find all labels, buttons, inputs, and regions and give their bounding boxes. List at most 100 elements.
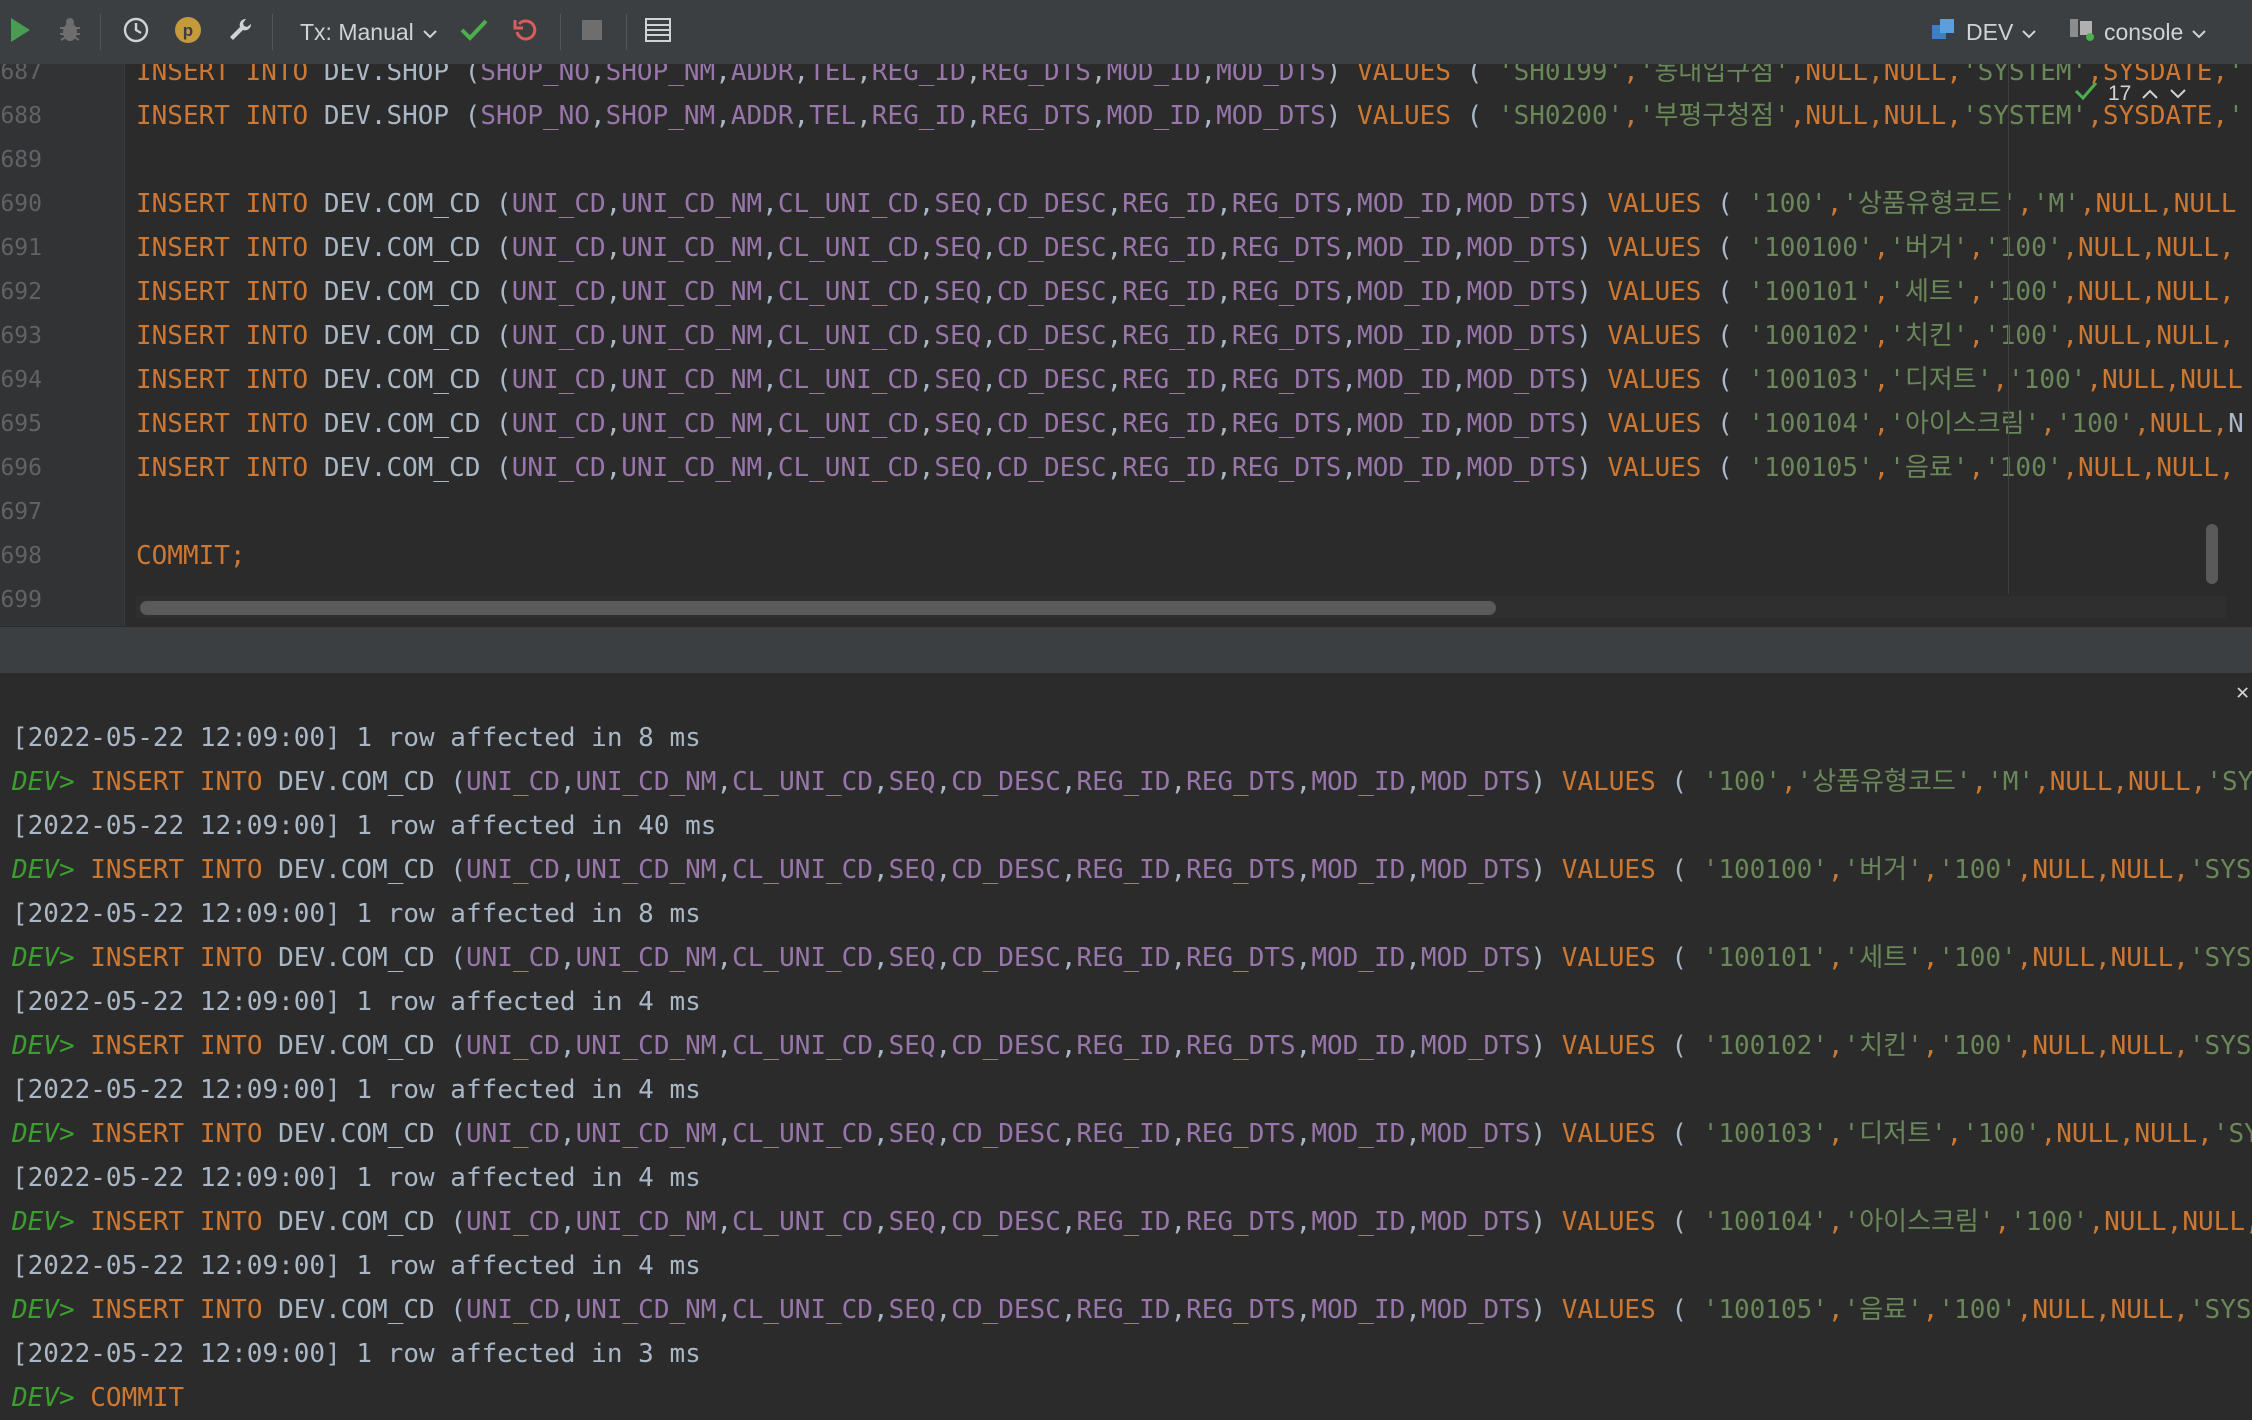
sql-editor[interactable]: 687 INSERT INTO DEV.SHOP (SHOP_NO,SHOP_NM… (0, 64, 2252, 626)
code-text[interactable]: INSERT INTO DEV.SHOP (SHOP_NO,SHOP_NM,AD… (136, 94, 2244, 138)
table-name: DEV.COM_CD (278, 1031, 435, 1061)
comma: , (1922, 1031, 1939, 1061)
datasource-dropdown[interactable]: DEV (1930, 14, 2037, 50)
commit-button[interactable] (454, 12, 494, 52)
vertical-scrollbar-thumb[interactable] (2206, 524, 2218, 584)
column-name: CL_UNI_CD (732, 943, 873, 973)
column-list: UNI_CD,UNI_CD_NM,CL_UNI_CD,SEQ,CD_DESC,R… (466, 943, 1531, 973)
comma: , (1341, 453, 1358, 483)
paren-open: ( (480, 277, 512, 307)
comma: , (1450, 409, 1467, 439)
code-text[interactable]: INSERT INTO DEV.COM_CD (UNI_CD,UNI_CD_NM… (136, 182, 2236, 226)
comma: , (918, 321, 935, 351)
tx-mode-dropdown[interactable]: Tx: Manual (300, 14, 438, 50)
chevron-down-icon[interactable] (2169, 82, 2187, 106)
console-prompt: DEV> (12, 1383, 75, 1413)
code-text[interactable]: INSERT INTO DEV.COM_CD (UNI_CD,UNI_CD_NM… (136, 270, 2235, 314)
values-list: ( '100102','치킨','100',NULL,NULL, (1717, 321, 2235, 351)
punct: ( (1671, 1031, 1703, 1061)
paren-close: ) (1530, 1119, 1562, 1149)
stop-button[interactable] (572, 12, 612, 52)
rollback-button[interactable] (506, 12, 546, 52)
debug-button[interactable] (50, 12, 90, 52)
comma: , (1873, 409, 1890, 439)
punct: N (2228, 409, 2244, 439)
values-list: ( '100100','버거','100',NULL,NULL, (1717, 233, 2235, 263)
table-name: DEV.COM_CD (323, 233, 481, 263)
code-text[interactable]: COMMIT; (136, 534, 246, 578)
comma: , (2016, 1031, 2033, 1061)
chevron-up-icon[interactable] (2141, 82, 2159, 106)
column-name: CL_UNI_CD (777, 365, 919, 395)
code-text[interactable]: INSERT INTO DEV.COM_CD (UNI_CD,UNI_CD_NM… (136, 314, 2235, 358)
column-name: REG_ID (1076, 943, 1171, 973)
column-name: CD_DESC (997, 189, 1107, 219)
column-name: ADDR (730, 101, 794, 131)
comma: , (1060, 767, 1077, 797)
comma: , (2166, 1207, 2183, 1237)
comma: , (559, 855, 576, 885)
log-line: [2022-05-22 12:09:00] 1 row affected in … (12, 1251, 701, 1281)
command-line: DEV> INSERT INTO DEV.COM_CD (UNI_CD,UNI_… (12, 1024, 2252, 1068)
comma: , (918, 453, 935, 483)
column-name: REG_ID (1076, 767, 1171, 797)
comma: , (873, 855, 889, 885)
console-prompt: DEV> (12, 1119, 75, 1149)
column-name: CL_UNI_CD (777, 189, 919, 219)
comma: , (1216, 453, 1232, 483)
code-text[interactable]: INSERT INTO DEV.COM_CD (UNI_CD,UNI_CD_NM… (136, 226, 2235, 270)
code-text[interactable]: INSERT INTO DEV.COM_CD (UNI_CD,UNI_CD_NM… (136, 358, 2243, 402)
column-name: REG_DTS (1186, 1031, 1296, 1061)
close-icon[interactable]: ✕ (2236, 680, 2249, 705)
explain-plan-button[interactable]: p (168, 12, 208, 52)
string-literal: '100' (2010, 1207, 2089, 1237)
keyword-insert-into: INSERT INTO (90, 1031, 279, 1061)
column-name: MOD_ID (1106, 64, 1201, 87)
horizontal-scrollbar-thumb[interactable] (140, 601, 1496, 615)
comma: , (2016, 943, 2033, 973)
comma: , (1170, 767, 1187, 797)
code-text[interactable]: INSERT INTO DEV.COM_CD (UNI_CD,UNI_CD_NM… (136, 402, 2244, 446)
run-button[interactable] (0, 12, 40, 52)
column-name: SEQ (888, 767, 936, 797)
settings-button[interactable] (220, 12, 260, 52)
inspection-widget[interactable]: 17 (2074, 76, 2187, 112)
session-dropdown[interactable]: console (2068, 14, 2207, 50)
panel-splitter[interactable] (0, 626, 2252, 673)
comma: , (605, 277, 622, 307)
play-icon (8, 16, 32, 48)
comma: , (1106, 321, 1123, 351)
log-line: [2022-05-22 12:09:00] 1 row affected in … (12, 899, 701, 929)
line-number: 694 (0, 367, 42, 393)
comma: , (2062, 453, 2079, 483)
column-name: MOD_ID (1357, 321, 1451, 351)
column-name: CL_UNI_CD (732, 767, 873, 797)
comma: , (981, 321, 997, 351)
column-name: SEQ (888, 1207, 936, 1237)
column-name: REG_ID (1122, 233, 1217, 263)
comma: , (1405, 1119, 1421, 1149)
string-literal: '100' (1938, 1295, 2017, 1325)
comma: , (1873, 453, 1890, 483)
keyword-values: VALUES (1607, 453, 1702, 483)
comma: , (2017, 189, 2033, 219)
keyword-commit: COMMIT; (136, 541, 246, 571)
keyword-values: VALUES (1561, 767, 1656, 797)
code-text[interactable]: INSERT INTO DEV.COM_CD (UNI_CD,UNI_CD_NM… (136, 446, 2235, 490)
code-text[interactable]: INSERT INTO DEV.SHOP (SHOP_NO,SHOP_NM,AD… (136, 64, 2244, 94)
column-name: SEQ (934, 365, 982, 395)
history-button[interactable] (116, 12, 156, 52)
comma: , (605, 453, 622, 483)
line-number: 698 (0, 543, 42, 569)
comma: , (762, 189, 778, 219)
column-name: MOD_ID (1311, 943, 1406, 973)
console-output[interactable]: [2022-05-22 12:09:00] 1 row affected in … (0, 716, 2252, 1420)
command-line: DEV> INSERT INTO DEV.COM_CD (UNI_CD,UNI_… (12, 1200, 2252, 1244)
paren-close: ) (1530, 1295, 1562, 1325)
comma: , (981, 189, 997, 219)
output-table-button[interactable] (638, 12, 678, 52)
comma: , (2134, 409, 2150, 439)
